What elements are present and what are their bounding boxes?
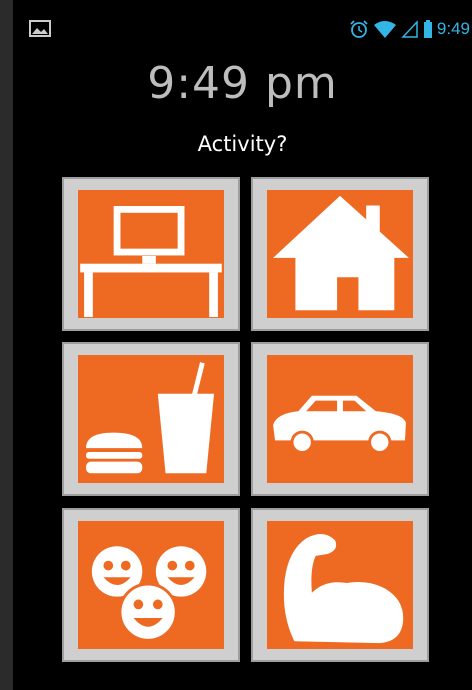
- tile-work-desk[interactable]: [62, 177, 240, 331]
- status-icons: 9:49: [349, 18, 470, 40]
- activity-question: Activity?: [197, 132, 288, 156]
- tile-social[interactable]: [62, 508, 240, 662]
- tile-work-desk-inner: [78, 190, 224, 318]
- tile-exercise[interactable]: [251, 508, 429, 662]
- flexed-arm-icon: [283, 534, 404, 644]
- clock-display: 9:49 pm: [147, 58, 338, 109]
- tile-eating[interactable]: [62, 342, 240, 496]
- tile-exercise-inner: [267, 521, 413, 649]
- house-icon: [273, 195, 409, 311]
- app-screen: 9:49 9:49 pm Activity?: [13, 0, 472, 690]
- tile-home[interactable]: [251, 177, 429, 331]
- status-bar: 9:49: [13, 14, 472, 44]
- alarm-icon: [350, 20, 368, 38]
- car-icon: [273, 395, 406, 454]
- tile-social-inner: [78, 521, 224, 649]
- tile-driving[interactable]: [251, 342, 429, 496]
- tile-driving-inner: [267, 355, 413, 483]
- battery-icon: [423, 20, 432, 38]
- wifi-icon: [373, 21, 396, 38]
- smiley-faces-icon: [91, 546, 207, 642]
- burger-drink-icon: [86, 362, 215, 474]
- tile-home-inner: [267, 190, 413, 318]
- signal-icon: [401, 20, 418, 38]
- status-time: 9:49: [436, 19, 470, 38]
- image-notification-icon: [29, 20, 51, 37]
- desk-computer-icon: [80, 206, 222, 318]
- tile-eating-inner: [78, 355, 224, 483]
